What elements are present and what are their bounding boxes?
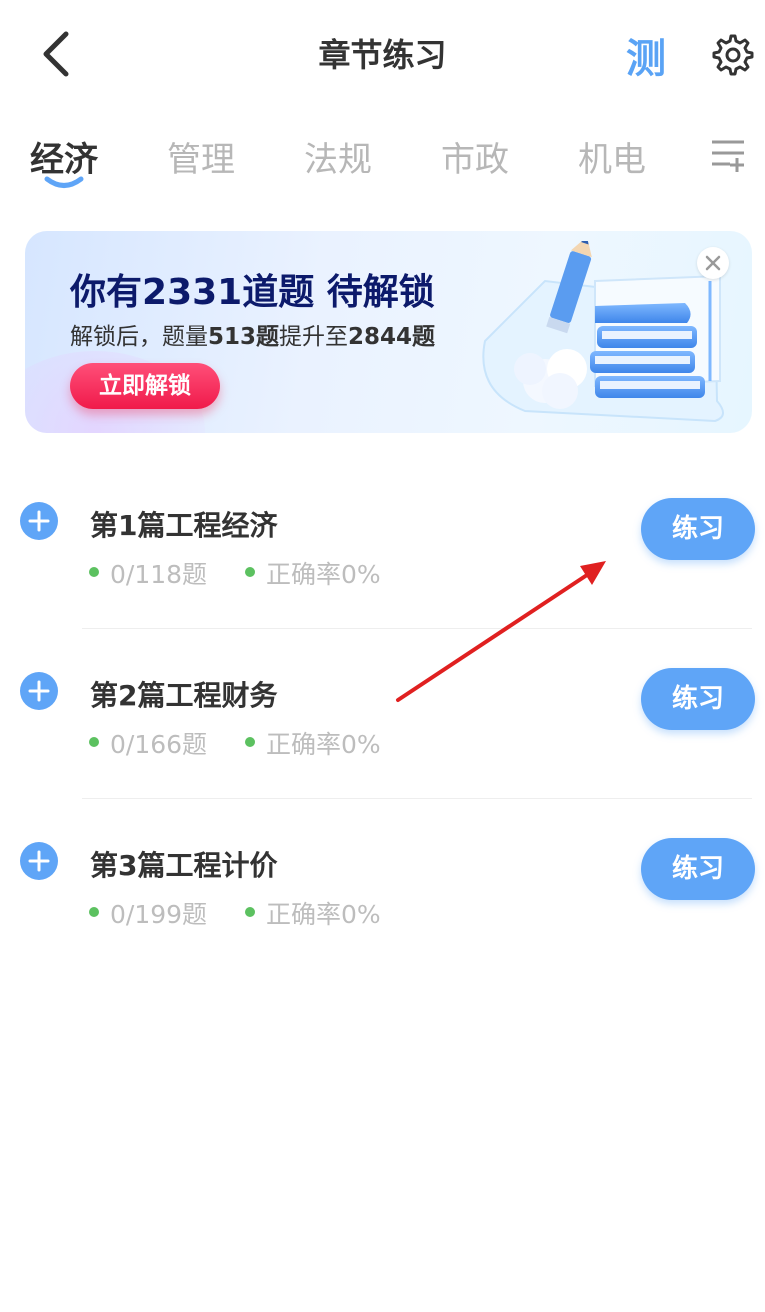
chapter-title: 第3篇工程计价 [90,849,278,882]
test-mode-icon[interactable]: 测 [626,26,666,84]
header-bar: 章节练习 测 [0,0,765,110]
chapter-progress: 0/118题 [110,560,208,589]
unlock-banner[interactable]: 你有2331道题 待解锁 解锁后，题量513题提升至2844题 立即解锁 [25,231,752,433]
tab-economy[interactable]: 经济 [30,132,98,181]
status-dot [89,737,99,747]
close-icon [705,255,721,271]
chapter-item: 第1篇工程经济 0/118题 正确率0% 练习 [0,480,765,650]
banner-title: 你有2331道题 待解锁 [70,272,435,313]
practice-button[interactable]: 练习 [641,668,755,730]
list-add-icon [712,140,744,172]
chapter-accuracy: 正确率0% [266,560,381,589]
active-tab-indicator [44,176,84,188]
chapter-accuracy: 正确率0% [266,900,381,929]
tab-management[interactable]: 管理 [167,132,235,181]
status-dot [245,907,255,917]
chapter-progress: 0/166题 [110,730,208,759]
chapter-title: 第1篇工程经济 [90,509,278,542]
expand-plus-icon[interactable] [20,842,58,880]
chapter-item: 第2篇工程财务 0/166题 正确率0% 练习 [0,650,765,820]
gear-icon [712,34,754,76]
chapter-title: 第2篇工程财务 [90,679,278,712]
expand-plus-icon[interactable] [20,672,58,710]
divider [82,798,752,799]
chapter-item: 第3篇工程计价 0/199题 正确率0% 练习 [0,820,765,990]
status-dot [245,567,255,577]
unlock-now-button[interactable]: 立即解锁 [70,363,220,409]
divider [82,628,752,629]
banner-close-button[interactable] [697,247,729,279]
practice-button[interactable]: 练习 [641,498,755,560]
subject-tabs: 经济 管理 法规 市政 机电 [0,118,765,198]
practice-button[interactable]: 练习 [641,838,755,900]
tab-electromechanical[interactable]: 机电 [578,132,646,181]
tab-regulations[interactable]: 法规 [304,132,372,181]
status-dot [245,737,255,747]
tab-list-button[interactable] [708,134,748,174]
status-dot [89,907,99,917]
tab-municipal[interactable]: 市政 [441,132,509,181]
status-dot [89,567,99,577]
chapter-progress: 0/199题 [110,900,208,929]
chapter-accuracy: 正确率0% [266,730,381,759]
settings-button[interactable] [710,32,756,78]
expand-plus-icon[interactable] [20,502,58,540]
banner-subtitle: 解锁后，题量513题提升至2844题 [70,324,436,350]
